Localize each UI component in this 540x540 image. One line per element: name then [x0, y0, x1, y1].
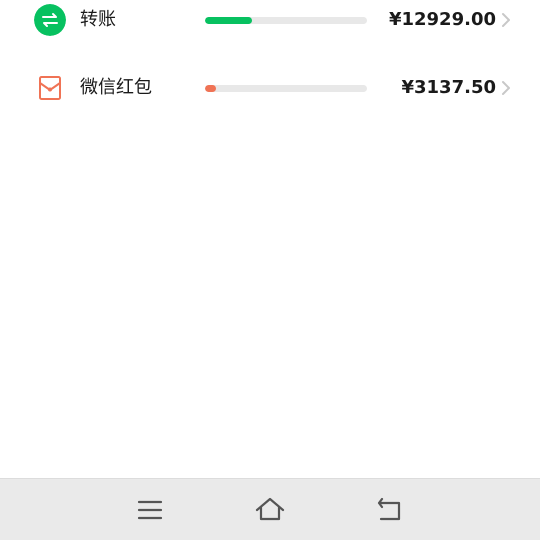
menu-icon: [137, 500, 163, 520]
red-packet-icon: [34, 72, 66, 104]
system-navigation-bar: [0, 478, 540, 540]
spending-breakdown-screen: 转账 ¥12929.00 微信红包 ¥3137.50: [0, 0, 540, 540]
category-label: 转账: [80, 9, 116, 30]
back-button[interactable]: [374, 495, 406, 525]
share-bar-fill: [205, 85, 217, 92]
menu-button[interactable]: [134, 495, 166, 525]
category-row-transfer[interactable]: 转账 ¥12929.00: [0, 0, 540, 42]
category-amount: ¥12929.00: [388, 9, 496, 30]
home-icon: [255, 497, 285, 521]
chevron-right-icon: [502, 13, 510, 27]
share-bar-track: [205, 85, 367, 92]
back-icon: [377, 497, 401, 521]
chevron-right-icon: [502, 81, 510, 95]
share-bar-track: [205, 17, 367, 24]
category-row-red-packet[interactable]: 微信红包 ¥3137.50: [0, 66, 540, 110]
category-amount: ¥3137.50: [401, 77, 496, 98]
home-button[interactable]: [254, 495, 286, 525]
share-bar-fill: [205, 17, 252, 24]
category-label: 微信红包: [80, 77, 152, 98]
transfer-arrows-icon: [34, 4, 66, 36]
